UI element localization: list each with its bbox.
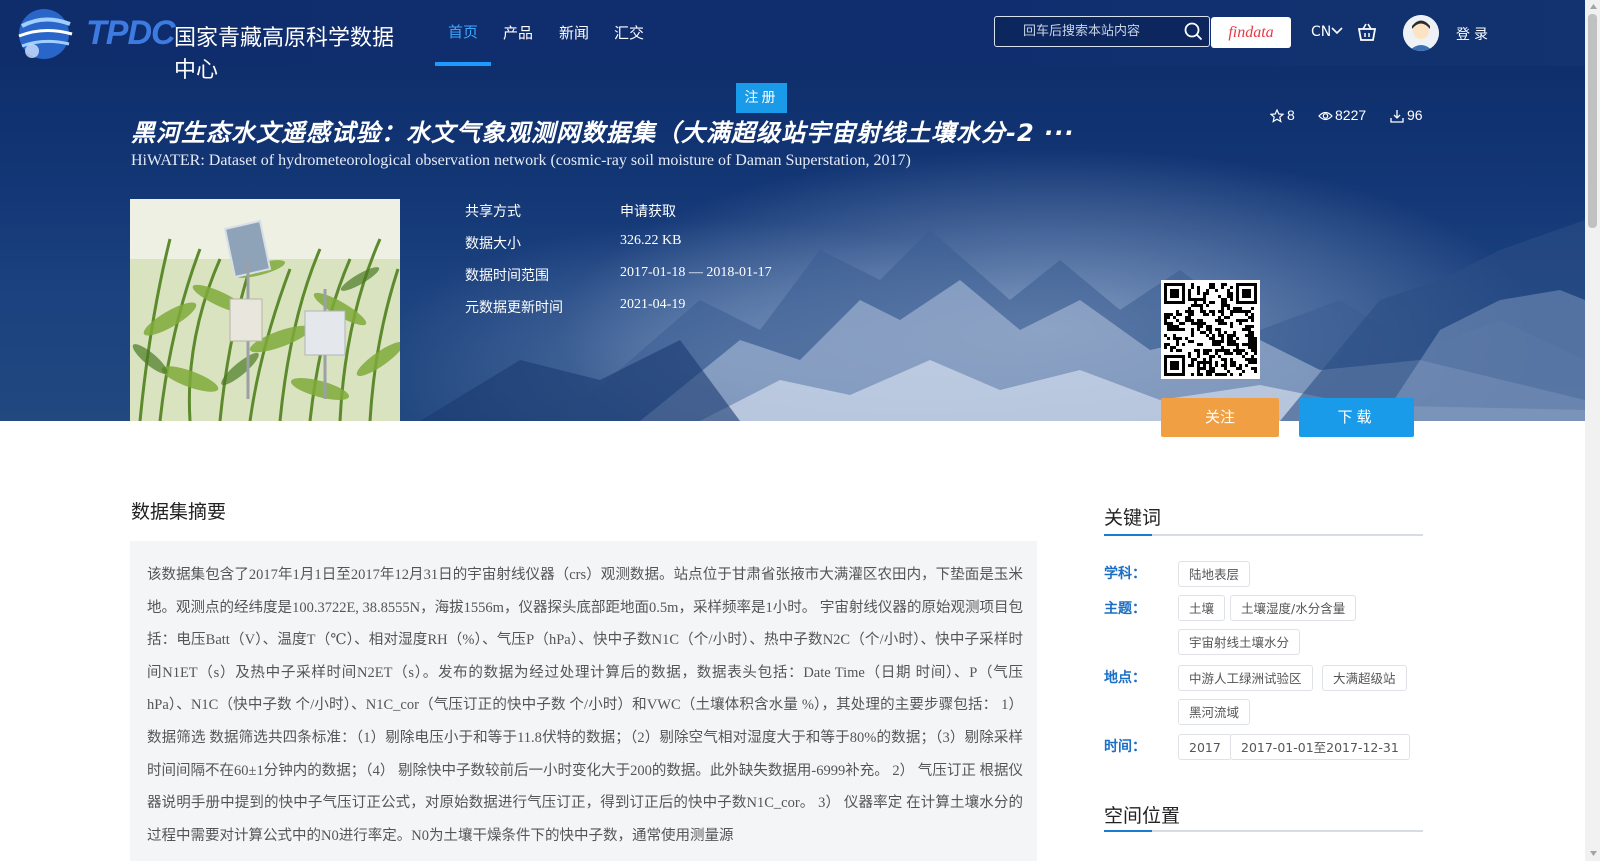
site-logo[interactable]: TPDC 国家青藏高原科学数据中心 [14,4,394,83]
qr-code [1161,280,1260,379]
scroll-up-icon[interactable] [1589,3,1598,10]
nav-active-indicator [435,62,491,66]
abstract-heading: 数据集摘要 [131,501,227,523]
login-link[interactable]: 登录 [1456,24,1492,44]
dataset-title-en: HiWATER: Dataset of hydrometeorological … [131,152,911,169]
follow-button[interactable]: 关注 [1161,398,1279,437]
cornfield-image [130,199,400,421]
meta-label-time-range: 数据时间范围 [465,268,549,284]
eye-icon [1318,111,1333,121]
meta-value-updated: 2021-04-19 [620,297,686,312]
meta-label-updated: 元数据更新时间 [465,300,563,316]
search-input[interactable] [1005,21,1193,42]
dataset-thumbnail [130,199,400,421]
logo-cn-text: 国家青藏高原科学数据中心 [174,26,395,83]
keyword-tag[interactable]: 陆地表层 [1178,561,1251,587]
search-icon[interactable] [1184,22,1203,41]
globe-logo-icon [18,9,73,59]
user-avatar-icon [1403,15,1439,51]
scroll-down-icon[interactable] [1589,850,1598,857]
keyword-label-theme: 主题： [1104,601,1146,617]
star-icon [1270,109,1284,123]
keyword-tag[interactable]: 2017-01-01至2017-12-31 [1230,734,1410,760]
meta-value-size: 326.22 KB [620,233,682,248]
keyword-tag[interactable]: 2017 [1178,734,1232,760]
search-box [994,16,1210,47]
meta-label-size: 数据大小 [465,236,521,252]
keywords-divider-accent [1104,534,1152,536]
top-header: TPDC 国家青藏高原科学数据中心 首页 产品 新闻 汇交 findata CN… [0,0,1585,83]
spatial-divider-accent [1104,830,1152,832]
dataset-title-cn: 黑河生态水文遥感试验：水文气象观测网数据集（大满超级站宇宙射线土壤水分-2 ··… [131,119,1075,147]
language-switch[interactable]: CN [1311,24,1331,40]
scrollbar-thumb[interactable] [1588,14,1597,228]
chevron-down-icon[interactable] [1331,26,1343,36]
keyword-tag[interactable]: 中游人工绿洲试验区 [1178,665,1313,691]
avatar[interactable] [1403,15,1439,51]
keyword-tag[interactable]: 黑河流域 [1178,699,1251,725]
meta-value-share: 申请获取 [620,205,676,220]
downloads-count: 96 [1407,107,1423,123]
register-button[interactable]: 注册 [736,83,787,113]
cart-icon[interactable] [1357,22,1377,42]
qr-code-icon [1164,283,1257,376]
nav-news[interactable]: 新闻 [559,22,589,43]
keyword-tag[interactable]: 大满超级站 [1322,665,1407,691]
spatial-heading: 空间位置 [1104,805,1181,827]
abstract-box: 该数据集包含了2017年1月1日至2017年12月31日的宇宙射线仪器（crs）… [130,541,1037,861]
meta-value-time-range: 2017-01-18 — 2018-01-17 [620,265,772,280]
keywords-heading: 关键词 [1104,507,1162,529]
nav-submit[interactable]: 汇交 [614,22,644,43]
findata-button[interactable]: findata [1211,17,1291,48]
views-count: 8227 [1335,107,1367,123]
nav-products[interactable]: 产品 [503,22,533,43]
meta-label-share: 共享方式 [465,204,521,220]
logo-tpdc-text: TPDC [86,14,176,52]
stars-count: 8 [1287,107,1295,123]
download-button[interactable]: 下载 [1299,398,1414,437]
keyword-label-time: 时间： [1104,739,1146,755]
abstract-text: 该数据集包含了2017年1月1日至2017年12月31日的宇宙射线仪器（crs）… [147,567,1023,844]
keyword-tag[interactable]: 土壤湿度/水分含量 [1230,595,1357,621]
keyword-label-place: 地点： [1104,670,1146,686]
download-icon [1390,110,1404,123]
nav-home[interactable]: 首页 [448,21,478,42]
keyword-tag[interactable]: 宇宙射线土壤水分 [1178,629,1301,655]
keyword-tag[interactable]: 土壤 [1178,595,1226,621]
keyword-label-subject: 学科： [1104,566,1146,582]
